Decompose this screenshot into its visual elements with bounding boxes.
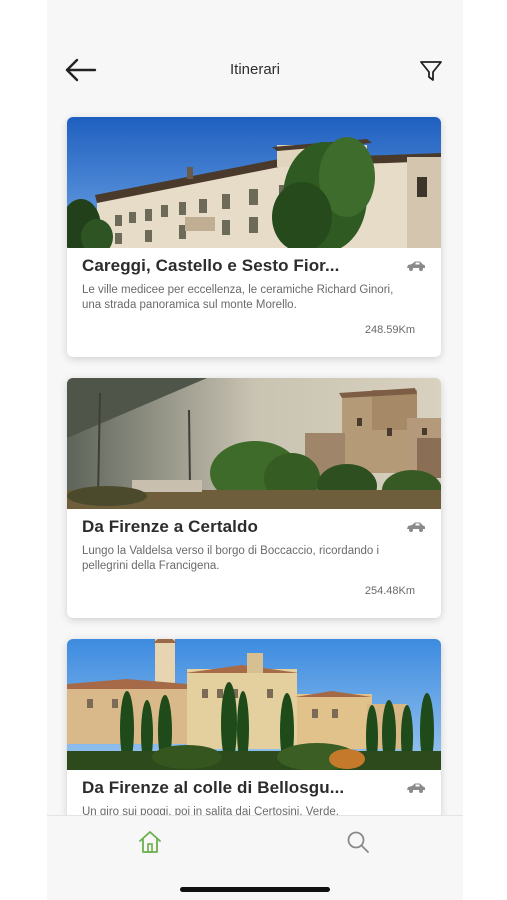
car-icon bbox=[405, 520, 427, 532]
itinerary-card[interactable]: Careggi, Castello e Sesto Fior... Le vil… bbox=[67, 117, 441, 357]
app-screen: Itinerari Careggi, Castello e Sesto Fior… bbox=[47, 0, 463, 900]
search-icon[interactable] bbox=[345, 829, 371, 855]
top-bar: Itinerari bbox=[47, 0, 463, 112]
itinerary-title: Careggi, Castello e Sesto Fior... bbox=[82, 256, 340, 275]
itinerary-image-certaldo bbox=[67, 378, 441, 509]
itinerary-title: Da Firenze a Certaldo bbox=[82, 517, 258, 536]
itinerary-title: Da Firenze al colle di Bellosgu... bbox=[82, 778, 345, 797]
itinerary-description: Lungo la Valdelsa verso il borgo di Bocc… bbox=[82, 545, 380, 572]
filter-icon[interactable] bbox=[417, 57, 445, 85]
itinerary-distance: 248.59Km bbox=[364, 324, 415, 336]
car-icon bbox=[405, 259, 427, 271]
bottom-tab-bar bbox=[47, 815, 463, 900]
itinerary-description: Le ville medicee per eccellenza, le cera… bbox=[82, 284, 394, 311]
itinerary-card[interactable]: Da Firenze a Certaldo Lungo la Valdelsa … bbox=[67, 378, 441, 618]
home-icon[interactable] bbox=[137, 829, 163, 855]
itinerary-image-bellosguardo bbox=[67, 639, 441, 770]
page-title: Itinerari bbox=[229, 61, 281, 78]
itinerary-image-villa bbox=[67, 117, 441, 248]
car-icon bbox=[405, 781, 427, 793]
itinerary-distance: 254.48Km bbox=[364, 585, 415, 597]
home-indicator bbox=[180, 887, 330, 892]
